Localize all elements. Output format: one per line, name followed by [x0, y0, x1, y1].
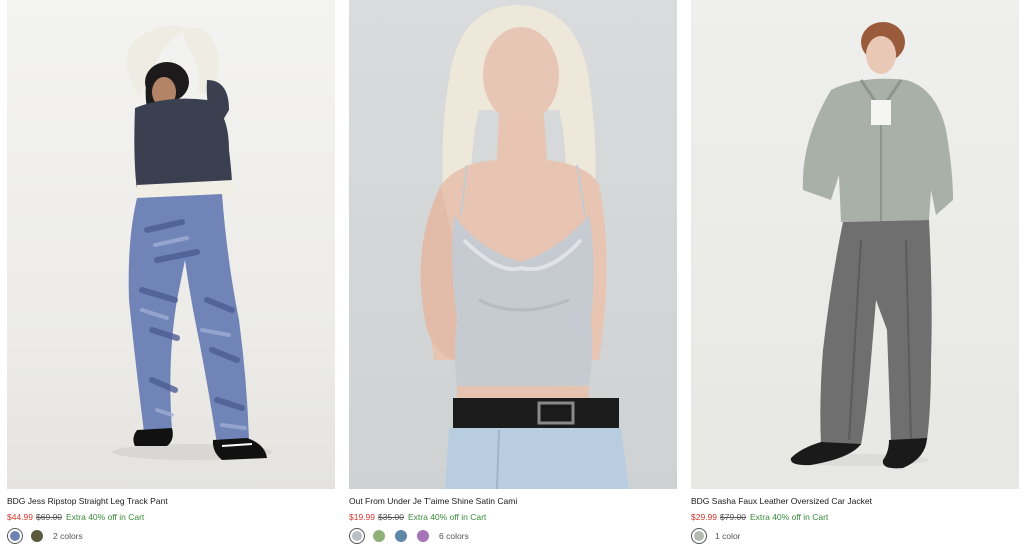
color-swatch-purple[interactable] [415, 528, 431, 544]
product-photo-car-jacket [789, 22, 953, 469]
product-title[interactable]: BDG Jess Ripstop Straight Leg Track Pant [7, 496, 168, 507]
original-price: $69.00 [36, 512, 62, 522]
color-swatch-sage[interactable] [691, 528, 707, 544]
original-price: $35.00 [378, 512, 404, 522]
product-card[interactable]: BDG Jess Ripstop Straight Leg Track Pant… [7, 0, 335, 544]
promo-text: Extra 40% off in Cart [408, 512, 487, 522]
product-photo-track-pant [112, 25, 272, 460]
color-swatches: 6 colors [349, 527, 469, 545]
product-image[interactable] [349, 0, 677, 489]
product-card[interactable]: Out From Under Je T'aime Shine Satin Cam… [349, 0, 677, 544]
color-swatch-silver[interactable] [349, 528, 365, 544]
promo-text: Extra 40% off in Cart [750, 512, 829, 522]
color-swatch-olive-camo[interactable] [29, 528, 45, 544]
color-swatch-blue[interactable] [393, 528, 409, 544]
color-count: 1 color [715, 531, 741, 541]
color-swatch-green[interactable] [371, 528, 387, 544]
price-row: $44.99 $69.00 Extra 40% off in Cart [7, 512, 144, 523]
product-title[interactable]: Out From Under Je T'aime Shine Satin Cam… [349, 496, 517, 507]
color-count: 2 colors [53, 531, 83, 541]
price-row: $19.99 $35.00 Extra 40% off in Cart [349, 512, 486, 523]
price-row: $29.99 $79.00 Extra 40% off in Cart [691, 512, 828, 523]
sale-price: $29.99 [691, 512, 717, 522]
product-image[interactable] [7, 0, 335, 489]
sale-price: $19.99 [349, 512, 375, 522]
color-swatches: 1 color [691, 527, 741, 545]
promo-text: Extra 40% off in Cart [66, 512, 145, 522]
product-photo-satin-cami [420, 5, 629, 489]
original-price: $79.00 [720, 512, 746, 522]
color-swatch-blue-camo[interactable] [7, 528, 23, 544]
color-swatches: 2 colors [7, 527, 83, 545]
product-card[interactable]: BDG Sasha Faux Leather Oversized Car Jac… [691, 0, 1019, 544]
sale-price: $44.99 [7, 512, 33, 522]
product-title[interactable]: BDG Sasha Faux Leather Oversized Car Jac… [691, 496, 872, 507]
product-image[interactable] [691, 0, 1019, 489]
color-count: 6 colors [439, 531, 469, 541]
